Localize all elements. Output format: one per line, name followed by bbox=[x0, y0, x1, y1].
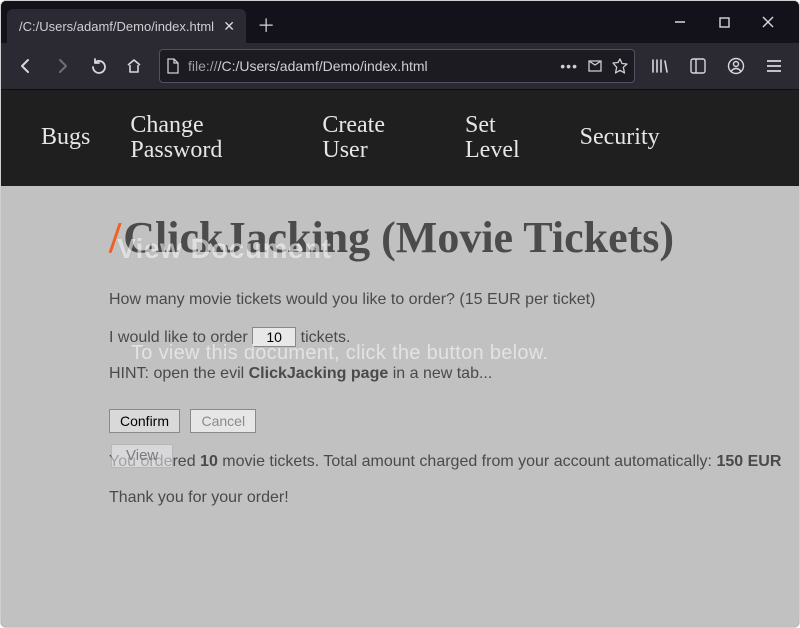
reload-button[interactable] bbox=[81, 49, 115, 83]
library-icon[interactable] bbox=[643, 49, 677, 83]
title-slash-icon: / bbox=[109, 213, 121, 262]
window-close-icon[interactable] bbox=[755, 9, 781, 35]
account-icon[interactable] bbox=[719, 49, 753, 83]
ticket-quantity-input[interactable] bbox=[252, 327, 296, 347]
back-button[interactable] bbox=[9, 49, 43, 83]
page-main: /ClickJacking (Movie Tickets) How many m… bbox=[1, 186, 799, 507]
bookmark-star-icon[interactable] bbox=[612, 58, 628, 74]
tab-title: /C:/Users/adamf/Demo/index.html bbox=[19, 19, 214, 34]
site-nav: Bugs Change Password Create User Set Lev… bbox=[1, 90, 799, 186]
home-button[interactable] bbox=[117, 49, 151, 83]
order-line: I would like to order tickets. bbox=[109, 327, 799, 347]
nav-item-change-password[interactable]: Change Password bbox=[130, 113, 222, 163]
nav-item-security[interactable]: Security bbox=[580, 125, 660, 150]
page-viewport: Bugs Change Password Create User Set Lev… bbox=[1, 90, 799, 627]
window-titlebar: /C:/Users/adamf/Demo/index.html ✕ ＋ bbox=[1, 1, 799, 43]
menu-icon[interactable] bbox=[757, 49, 791, 83]
order-result: You ordered 10 movie tickets. Total amou… bbox=[109, 453, 799, 471]
order-question: How many movie tickets would you like to… bbox=[109, 291, 799, 309]
forward-button[interactable] bbox=[45, 49, 79, 83]
thank-you: Thank you for your order! bbox=[109, 489, 799, 507]
reader-mode-icon[interactable] bbox=[586, 58, 604, 74]
nav-item-create-user[interactable]: Create User bbox=[322, 113, 385, 163]
nav-item-set-level[interactable]: Set Level bbox=[465, 113, 520, 163]
new-tab-button[interactable]: ＋ bbox=[250, 9, 282, 41]
url-bar[interactable]: file:///C:/Users/adamf/Demo/index.html •… bbox=[159, 49, 635, 83]
browser-toolbar: file:///C:/Users/adamf/Demo/index.html •… bbox=[1, 43, 799, 90]
hint-line: HINT: open the evil ClickJacking page in… bbox=[109, 365, 799, 383]
browser-tab[interactable]: /C:/Users/adamf/Demo/index.html ✕ bbox=[7, 9, 246, 43]
url-text: file:///C:/Users/adamf/Demo/index.html bbox=[188, 58, 552, 74]
page-title: /ClickJacking (Movie Tickets) bbox=[109, 212, 799, 263]
window-minimize-icon[interactable] bbox=[667, 9, 693, 35]
window-maximize-icon[interactable] bbox=[711, 9, 737, 35]
sidebar-icon[interactable] bbox=[681, 49, 715, 83]
target-page: Bugs Change Password Create User Set Lev… bbox=[1, 90, 799, 627]
close-tab-icon[interactable]: ✕ bbox=[220, 17, 238, 35]
page-actions-icon[interactable]: ••• bbox=[560, 58, 578, 74]
confirm-button[interactable]: Confirm bbox=[109, 409, 180, 433]
file-icon bbox=[166, 58, 180, 74]
nav-item-bugs[interactable]: Bugs bbox=[41, 125, 90, 150]
cancel-button[interactable]: Cancel bbox=[190, 409, 256, 433]
